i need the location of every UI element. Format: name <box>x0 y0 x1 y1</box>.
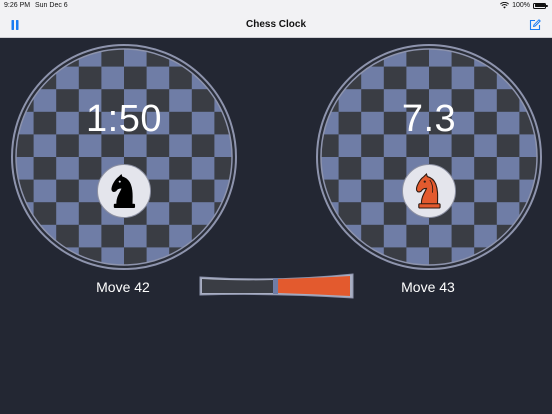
black-knight-icon <box>111 174 136 208</box>
nav-bar: Chess Clock <box>0 12 552 38</box>
right-piece-badge <box>402 164 456 218</box>
right-player-clock[interactable]: 7.3 <box>316 44 542 270</box>
status-right-group: 100% <box>500 2 548 9</box>
ratio-divider <box>273 278 279 294</box>
status-bar: 9:26 PM Sun Dec 6 100% <box>0 0 552 12</box>
left-checkerboard <box>11 44 237 270</box>
ratio-right-segment <box>278 276 350 296</box>
status-date: Sun Dec 6 <box>35 2 68 9</box>
page-title: Chess Clock <box>245 19 307 30</box>
left-time-display: 1:50 <box>86 98 162 140</box>
wifi-icon <box>500 2 510 9</box>
left-player-clock[interactable]: 1:50 <box>11 44 237 270</box>
edit-icon <box>529 19 541 31</box>
time-ratio-bar <box>199 273 354 299</box>
battery-percent: 100% <box>512 2 530 9</box>
battery-icon <box>533 2 548 9</box>
left-move-counter: Move 42 <box>96 279 150 295</box>
ratio-left-segment <box>202 279 274 293</box>
right-checkerboard <box>316 44 542 270</box>
status-time: 9:26 PM <box>4 2 31 9</box>
edit-button[interactable] <box>526 17 544 33</box>
left-piece-badge <box>97 164 151 218</box>
right-time-display: 7.3 <box>401 98 457 140</box>
right-move-counter: Move 43 <box>401 279 455 295</box>
orange-knight-icon <box>415 172 441 209</box>
